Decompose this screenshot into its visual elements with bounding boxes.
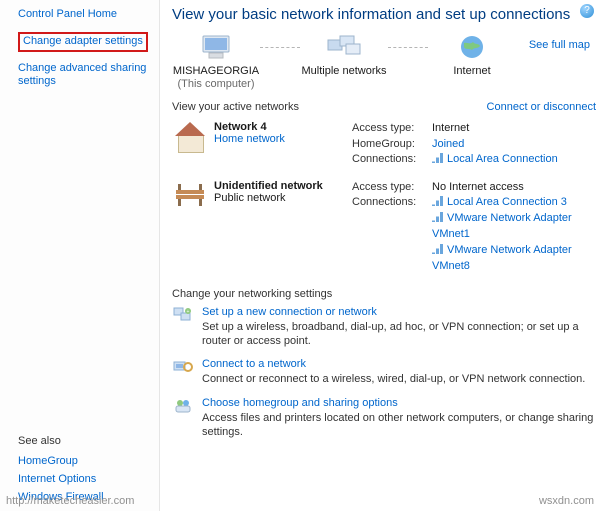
kv-key: Access type: [352, 121, 426, 136]
connection-link[interactable]: VMware Network Adapter VMnet1 [432, 212, 572, 239]
seealso-homegroup[interactable]: HomeGroup [18, 455, 149, 467]
page-title: View your basic network information and … [172, 6, 596, 23]
homegroup-joined-link[interactable]: Joined [432, 138, 464, 150]
kv-key: Connections: [352, 195, 426, 274]
sidebar-cp-home[interactable]: Control Panel Home [18, 8, 117, 20]
task-item: Choose homegroup and sharing options Acc… [172, 397, 596, 440]
kv-key: Access type: [352, 180, 426, 195]
connection-link[interactable]: VMware Network Adapter VMnet8 [432, 244, 572, 271]
see-also-heading: See also [18, 435, 149, 447]
connection-link[interactable]: Local Area Connection 3 [447, 196, 567, 208]
house-icon [173, 123, 207, 153]
watermark-left: http://maketecheasier.com [6, 495, 134, 507]
task-desc: Access files and printers located on oth… [202, 411, 596, 440]
network-name: Unidentified network [214, 180, 348, 192]
task-homegroup-link[interactable]: Choose homegroup and sharing options [202, 397, 398, 409]
network-row: Network 4 Home network Access type: Inter… [172, 117, 596, 175]
signal-icon [432, 196, 444, 206]
homegroup-sharing-icon [172, 397, 194, 440]
network-row: Unidentified network Public network Acce… [172, 176, 596, 282]
watermark-right: wsxdn.com [539, 495, 594, 507]
kv-val: Internet [432, 121, 596, 136]
node-computer-sub: (This computer) [177, 78, 254, 91]
network-name: Network 4 [214, 121, 348, 133]
network-category: Public network [214, 192, 286, 204]
task-desc: Connect or reconnect to a wireless, wire… [202, 372, 596, 386]
signal-icon [432, 244, 444, 254]
kv-val: No Internet access [432, 180, 596, 195]
highlight-change-adapter: Change adapter settings [18, 32, 148, 52]
tasks-heading: Change your networking settings [172, 288, 596, 300]
node-internet-label: Internet [453, 65, 490, 78]
kv-key: Connections: [352, 152, 426, 167]
see-full-map-link[interactable]: See full map [529, 39, 590, 51]
network-category-link[interactable]: Home network [214, 133, 285, 145]
task-connect-network-link[interactable]: Connect to a network [202, 358, 306, 370]
task-desc: Set up a wireless, broadband, dial-up, a… [202, 320, 596, 349]
kv-key: HomeGroup: [352, 137, 426, 152]
signal-icon [432, 212, 444, 222]
active-networks-heading: View your active networks [172, 101, 299, 113]
signal-icon [432, 153, 444, 163]
node-computer-label: MISHAGEORGIA [173, 65, 259, 78]
connect-or-disconnect-link[interactable]: Connect or disconnect [487, 101, 596, 113]
svg-text:+: + [187, 309, 190, 315]
sidebar-change-adapter[interactable]: Change adapter settings [23, 35, 143, 47]
task-item: Connect to a network Connect or reconnec… [172, 358, 596, 386]
setup-connection-icon: + [172, 306, 194, 349]
seealso-internet-options[interactable]: Internet Options [18, 473, 149, 485]
task-item: + Set up a new connection or network Set… [172, 306, 596, 349]
link-line-icon [388, 47, 428, 48]
computer-icon [197, 33, 235, 61]
link-line-icon [260, 47, 300, 48]
task-setup-connection-link[interactable]: Set up a new connection or network [202, 306, 377, 318]
sidebar-change-advanced[interactable]: Change advanced sharing settings [18, 62, 146, 88]
help-icon[interactable]: ? [580, 4, 594, 18]
globe-icon [453, 33, 491, 61]
connect-network-icon [172, 358, 194, 386]
node-multi-label: Multiple networks [302, 65, 387, 78]
connection-link[interactable]: Local Area Connection [447, 153, 558, 165]
bench-icon [172, 180, 208, 274]
networks-icon [325, 33, 363, 61]
